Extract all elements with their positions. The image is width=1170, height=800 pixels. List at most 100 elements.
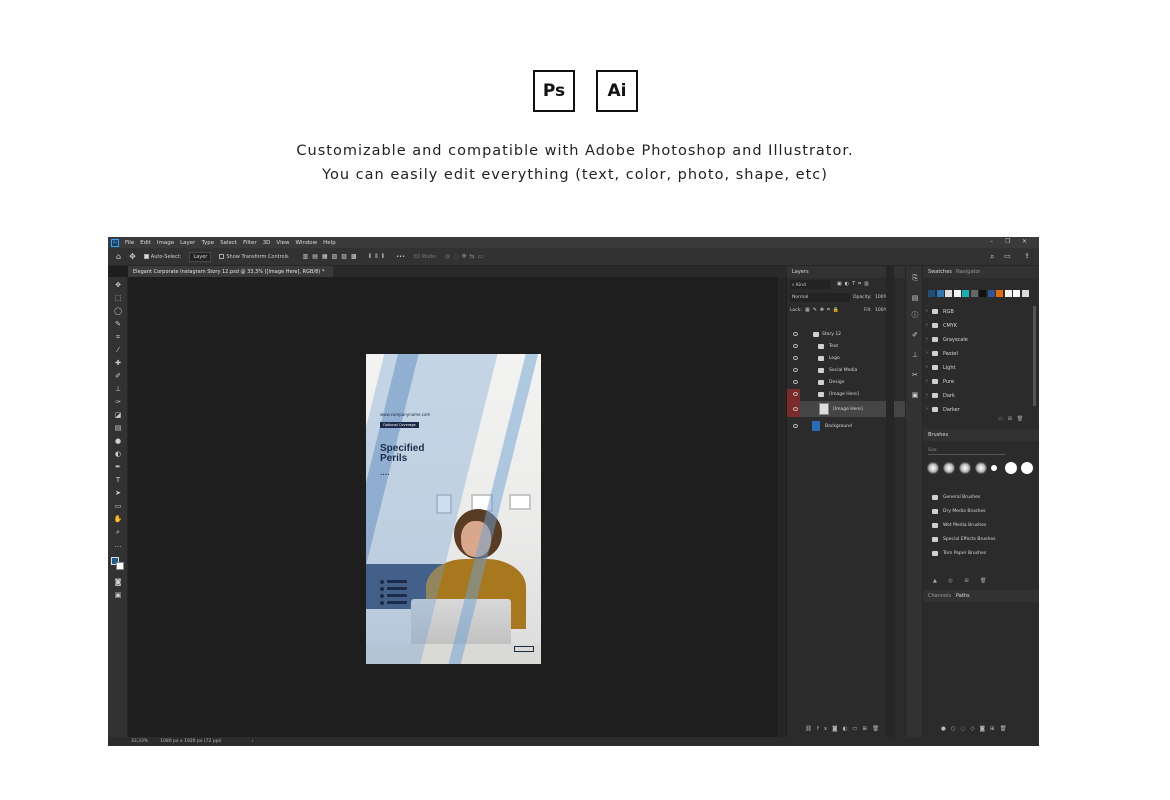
brush-group[interactable]: Special Effects Brushes: [923, 533, 1028, 547]
swatch-group[interactable]: › RGB: [923, 305, 1028, 319]
swatch-group[interactable]: › Grayscale: [923, 333, 1028, 347]
eye-icon[interactable]: [793, 356, 798, 360]
layer-filter[interactable]: ⌕ Kind: [790, 280, 830, 289]
glyphs-icon[interactable]: ▣: [911, 391, 919, 399]
paths-footer-icons[interactable]: ●○◌◇◙⊞🗑: [941, 726, 1012, 732]
auto-select-target[interactable]: Layer: [189, 251, 212, 262]
clone-source-icon[interactable]: ⊥: [911, 351, 919, 359]
tab-navigator[interactable]: Navigator: [956, 269, 980, 275]
distribute-icons[interactable]: ⫴⫴⫴: [369, 253, 389, 261]
zoom-level[interactable]: 33,33%: [131, 739, 148, 744]
color-swatch[interactable]: [928, 290, 935, 297]
quick-mask-icon[interactable]: ◙: [113, 577, 123, 587]
move-tool-icon[interactable]: ✥: [113, 280, 123, 290]
auto-select-checkbox[interactable]: Auto-Select:: [143, 254, 181, 260]
history-brush-icon[interactable]: ✑: [113, 397, 123, 407]
canvas-scrollbar[interactable]: [778, 277, 786, 739]
color-swatch[interactable]: [1004, 290, 1012, 297]
3d-tools-icons[interactable]: ◎◌✥⇆▭: [445, 253, 486, 260]
home-icon[interactable]: ⌂: [116, 252, 121, 261]
stamp-tool-icon[interactable]: ⊥: [113, 384, 123, 394]
chevron-right-icon[interactable]: ›: [252, 739, 254, 744]
swatches-scrollbar[interactable]: [1033, 306, 1036, 406]
swatch-group[interactable]: › Pure: [923, 375, 1028, 389]
background-color-swatch[interactable]: [116, 562, 124, 570]
swatches-footer-icons[interactable]: ▭⊞🗑: [998, 416, 1028, 422]
tab-paths[interactable]: Paths: [956, 593, 970, 599]
color-swatch[interactable]: [996, 290, 1003, 297]
brushes-footer-icons[interactable]: ▲ ◎ ⊞ 🗑: [933, 578, 992, 584]
color-swatch[interactable]: [1021, 290, 1029, 297]
brush-tips[interactable]: [923, 462, 1039, 476]
healing-tool-icon[interactable]: ✚: [113, 358, 123, 368]
color-swatch[interactable]: [936, 290, 944, 297]
brush-tool-icon[interactable]: ✐: [113, 371, 123, 381]
dodge-tool-icon[interactable]: ◐: [113, 449, 123, 459]
workspace-icon[interactable]: ▭: [1004, 252, 1011, 260]
color-swatch[interactable]: [979, 290, 986, 297]
zoom-tool-icon[interactable]: ⌕: [113, 527, 123, 537]
properties-icon[interactable]: ▤: [911, 294, 919, 302]
blur-tool-icon[interactable]: ●: [113, 436, 123, 446]
type-tool-icon[interactable]: T: [113, 475, 123, 485]
menu-3d[interactable]: 3D: [263, 240, 271, 246]
swatch-group[interactable]: › Darker: [923, 403, 1028, 417]
tool-presets-icon[interactable]: ✂: [911, 371, 919, 379]
info-icon[interactable]: ⓘ: [911, 311, 919, 319]
brush-group[interactable]: Wet Media Brushes: [923, 519, 1028, 533]
color-swatch[interactable]: [962, 290, 969, 297]
menu-file[interactable]: File: [125, 240, 134, 246]
swatch-group[interactable]: › Pastel: [923, 347, 1028, 361]
color-swatch[interactable]: [945, 290, 952, 297]
path-select-tool-icon[interactable]: ➤: [113, 488, 123, 498]
menu-window[interactable]: Window: [295, 240, 317, 246]
brush-tip[interactable]: [1021, 462, 1033, 474]
more-options-button[interactable]: •••: [396, 254, 405, 260]
tab-channels[interactable]: Channels: [928, 593, 951, 599]
eye-icon[interactable]: [793, 332, 798, 336]
blend-mode-select[interactable]: Normal: [790, 293, 850, 302]
close-icon[interactable]: ✕: [1022, 238, 1027, 245]
lasso-tool-icon[interactable]: ◯: [113, 306, 123, 316]
eye-icon[interactable]: [793, 380, 798, 384]
quick-select-tool-icon[interactable]: ✎: [113, 319, 123, 329]
layers-footer-icons[interactable]: ⛓fx◙◐▭⊞🗑: [805, 726, 884, 732]
eye-icon[interactable]: [793, 407, 798, 411]
menu-filter[interactable]: Filter: [243, 240, 257, 246]
menu-image[interactable]: Image: [157, 240, 174, 246]
hand-tool-icon[interactable]: ✋: [113, 514, 123, 524]
more-tools-icon[interactable]: …: [113, 540, 123, 550]
swatch-group[interactable]: › Light: [923, 361, 1028, 375]
shape-tool-icon[interactable]: ▭: [113, 501, 123, 511]
brush-group[interactable]: Torn Paper Brushes: [923, 547, 1028, 561]
gradient-tool-icon[interactable]: ▤: [113, 423, 123, 433]
brush-tip[interactable]: [991, 465, 997, 471]
screen-mode-icon[interactable]: ▣: [113, 590, 123, 600]
share-icon[interactable]: ⇪: [1024, 252, 1030, 260]
brush-group[interactable]: Dry Media Brushes: [923, 505, 1028, 519]
show-transform-checkbox[interactable]: Show Transform Controls: [219, 254, 289, 260]
menu-select[interactable]: Select: [220, 240, 237, 246]
menu-help[interactable]: Help: [323, 240, 336, 246]
color-swatch[interactable]: [1013, 290, 1020, 297]
brush-size-slider[interactable]: [928, 454, 1006, 455]
align-icons[interactable]: ▥▤▦▧▨▩: [303, 253, 361, 260]
brush-tip[interactable]: [943, 462, 955, 474]
brush-tip[interactable]: [927, 462, 939, 474]
move-tool-icon[interactable]: ✥: [129, 252, 136, 261]
document-tab[interactable]: Elegant Corporate Instagram Story 12.psd…: [128, 266, 333, 277]
menu-view[interactable]: View: [276, 240, 289, 246]
brush-tip[interactable]: [975, 462, 987, 474]
menu-type[interactable]: Type: [201, 240, 214, 246]
eraser-tool-icon[interactable]: ◪: [113, 410, 123, 420]
brush-settings-icon[interactable]: ✐: [911, 331, 919, 339]
swatch-group[interactable]: › Dark: [923, 389, 1028, 403]
menu-layer[interactable]: Layer: [180, 240, 195, 246]
minimize-icon[interactable]: –: [990, 238, 993, 245]
color-swatch[interactable]: [970, 290, 978, 297]
color-swatch[interactable]: [953, 290, 961, 297]
pen-tool-icon[interactable]: ✒: [113, 462, 123, 472]
brush-group[interactable]: General Brushes: [923, 491, 1028, 505]
tab-layers[interactable]: Layers: [792, 269, 809, 275]
lock-icons[interactable]: ▦✎✥⌗🔒: [805, 307, 842, 313]
